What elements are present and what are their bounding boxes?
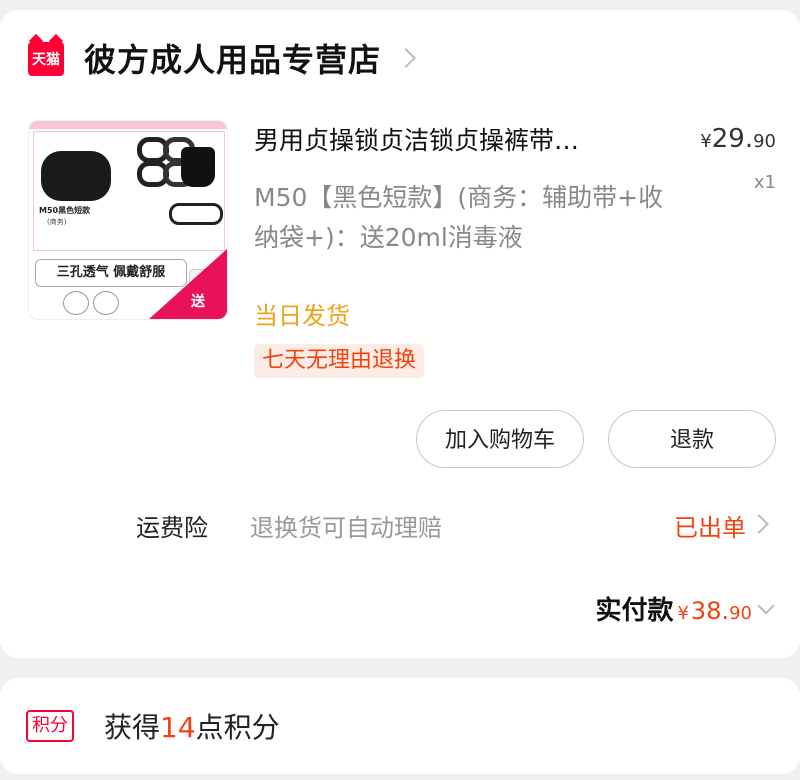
product-title[interactable]: 男用贞操锁贞洁锁贞操裤带…	[254, 124, 664, 158]
shipping-insurance-status[interactable]: 已出单	[674, 508, 746, 543]
store-name[interactable]: 彼方成人用品专营店	[84, 35, 381, 81]
refund-button[interactable]: 退款	[608, 410, 776, 468]
product-price: ¥29.90	[700, 124, 776, 154]
product-quantity: x1	[753, 172, 776, 193]
paid-label: 实付款	[595, 596, 674, 626]
store-header[interactable]: 天猫 彼方成人用品专营店	[26, 30, 416, 86]
points-text: 获得14点积分	[104, 711, 280, 744]
product-sku: M50【黑色短款】(商务：辅助带+收纳袋+)：送20ml消毒液	[254, 183, 664, 252]
product-image[interactable]: M50黑色短款 (商务) 三孔透气 佩戴舒服 送	[28, 120, 228, 320]
strap-graphic	[169, 203, 223, 225]
shipping-insurance-label: 运费险	[136, 514, 208, 542]
add-to-cart-button[interactable]: 加入购物车	[416, 410, 584, 468]
shipping-insurance-desc: 退换货可自动理赔	[250, 514, 442, 542]
storage-bag-graphic	[181, 147, 215, 187]
order-card	[0, 10, 800, 658]
paid-amount-row[interactable]: 实付款 ¥ 38. 90	[595, 590, 752, 627]
ship-today-tag: 当日发货	[254, 302, 350, 330]
product-cage-graphic	[41, 151, 111, 201]
tmall-logo-icon: 天猫	[26, 38, 66, 78]
chevron-right-icon[interactable]	[396, 48, 416, 68]
return-policy-badge: 七天无理由退换	[254, 344, 425, 378]
points-badge: 积分	[26, 710, 74, 742]
